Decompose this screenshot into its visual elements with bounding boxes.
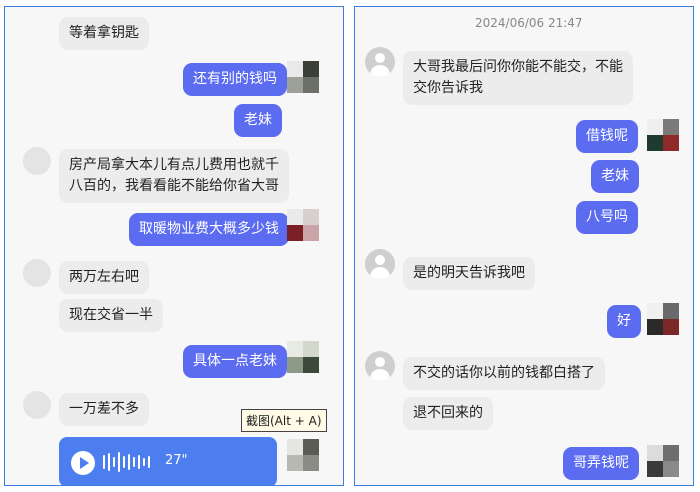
default-avatar-icon[interactable] bbox=[365, 47, 395, 77]
default-avatar-icon[interactable] bbox=[365, 249, 395, 279]
message-bubble-incoming[interactable]: 退不回来的 bbox=[403, 397, 493, 430]
screenshot-tooltip: 截图(Alt + A) bbox=[241, 409, 327, 432]
contact-avatar[interactable] bbox=[23, 259, 51, 287]
message-bubble-incoming[interactable]: 大哥我最后问你你能不能交，不能 交你告诉我 bbox=[403, 51, 633, 105]
message-bubble-incoming[interactable]: 是的明天告诉我吧 bbox=[403, 257, 535, 290]
message-bubble-incoming[interactable]: 两万左右吧 bbox=[59, 261, 149, 294]
message-bubble-outgoing[interactable]: 老妹 bbox=[591, 160, 639, 193]
message-bubble-outgoing[interactable]: 好 bbox=[607, 305, 641, 338]
pixelated-avatar-icon[interactable] bbox=[647, 445, 679, 477]
voice-message-bubble[interactable]: 27" bbox=[59, 437, 277, 485]
pixelated-avatar-icon[interactable] bbox=[287, 341, 319, 373]
message-bubble-outgoing[interactable]: 借钱呢 bbox=[576, 120, 638, 153]
pixelated-avatar-icon[interactable] bbox=[647, 119, 679, 151]
voice-duration: 27" bbox=[165, 453, 188, 468]
message-bubble-incoming[interactable]: 等着拿钥匙 bbox=[59, 17, 149, 50]
message-line: 大哥我最后问你你能不能交，不能 bbox=[413, 59, 623, 75]
message-line: 交你告诉我 bbox=[413, 80, 483, 96]
message-bubble-outgoing[interactable]: 老妹 bbox=[234, 104, 282, 137]
message-bubble-incoming[interactable]: 不交的话你以前的钱都白搭了 bbox=[403, 357, 605, 390]
pixelated-avatar-icon[interactable] bbox=[647, 303, 679, 335]
message-bubble-incoming[interactable]: 房产局拿大本儿有点儿费用也就千 八百的，我看看能不能给你省大哥 bbox=[59, 149, 289, 203]
play-icon[interactable] bbox=[71, 451, 95, 475]
message-bubble-outgoing[interactable]: 取暖物业费大概多少钱 bbox=[129, 213, 289, 246]
default-avatar-icon[interactable] bbox=[365, 351, 395, 381]
contact-avatar[interactable] bbox=[23, 391, 51, 419]
message-timestamp: 2024/06/06 21:47 bbox=[475, 16, 583, 30]
right-chat-panel: 2024/06/06 21:47 大哥我最后问你你能不能交，不能 交你告诉我 借… bbox=[354, 6, 694, 486]
left-chat-panel: 等着拿钥匙 还有别的钱吗 老妹 房产局拿大本儿有点儿费用也就千 八百的，我看看能… bbox=[4, 6, 344, 486]
message-bubble-outgoing[interactable]: 具体一点老妹 bbox=[183, 345, 287, 378]
message-bubble-outgoing[interactable]: 哥弄钱呢 bbox=[563, 447, 639, 480]
pixelated-avatar-icon[interactable] bbox=[287, 439, 319, 471]
message-bubble-incoming[interactable]: 一万差不多 bbox=[59, 393, 149, 426]
message-bubble-outgoing[interactable]: 八号吗 bbox=[576, 201, 638, 234]
message-bubble-outgoing[interactable]: 还有别的钱吗 bbox=[183, 63, 287, 96]
pixelated-avatar-icon[interactable] bbox=[287, 209, 319, 241]
message-bubble-incoming[interactable]: 现在交省一半 bbox=[59, 299, 163, 332]
pixelated-avatar-icon[interactable] bbox=[287, 61, 319, 93]
message-line: 房产局拿大本儿有点儿费用也就千 bbox=[69, 157, 279, 173]
message-line: 八百的，我看看能不能给你省大哥 bbox=[69, 178, 279, 194]
contact-avatar[interactable] bbox=[23, 147, 51, 175]
